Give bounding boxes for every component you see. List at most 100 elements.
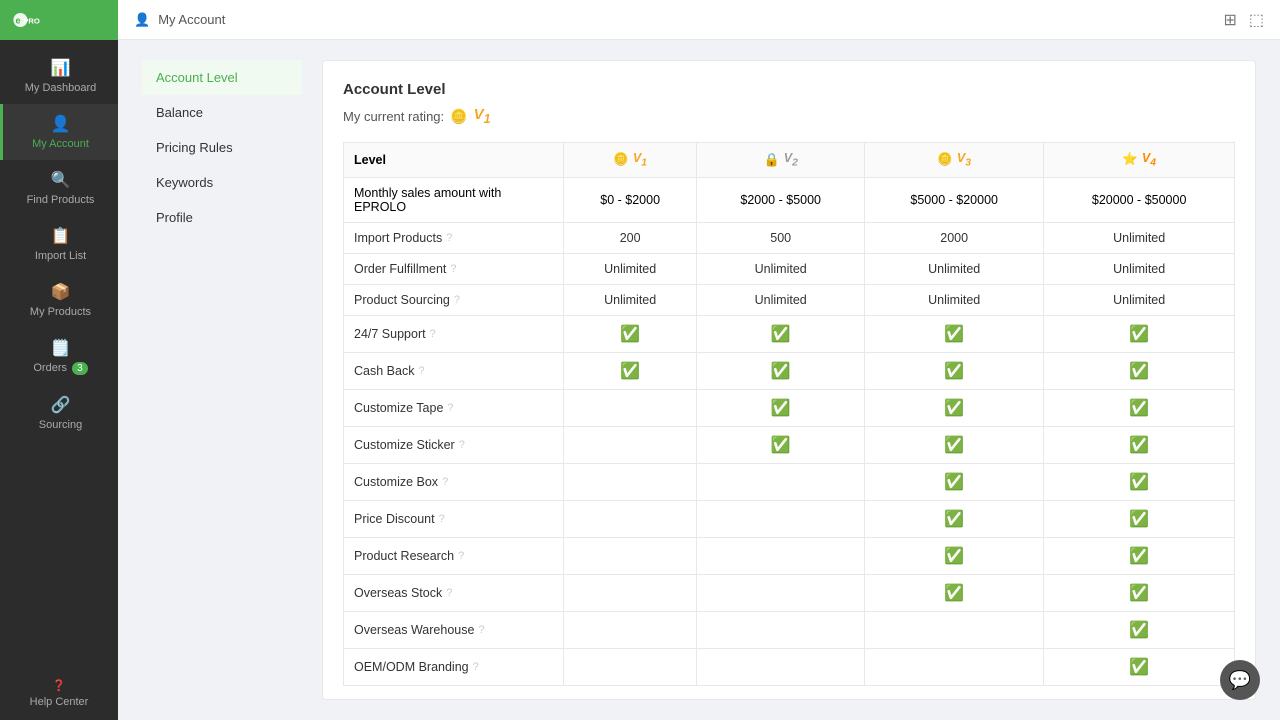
sales-v2: $2000 - $5000 [697,177,865,222]
help-tooltip-icon[interactable]: ? [418,365,424,377]
feature-v1-cell [564,611,697,648]
table-row: Customize Tape ? ✅ ✅ ✅ [344,389,1235,426]
col-v1: 🪙 V1 [564,143,697,178]
help-tooltip-icon[interactable]: ? [459,439,465,451]
table-header-row: Level 🪙 V1 🔒 V2 [344,143,1235,178]
sidebar-item-my-products[interactable]: 📦 My Products [0,272,118,328]
sidebar-item-find-products[interactable]: 🔍 Find Products [0,160,118,216]
sidebar-item-orders[interactable]: 🗒️ Orders 3 [0,328,118,385]
check-icon: ✅ [944,511,964,528]
sidebar-item-dashboard[interactable]: 📊 My Dashboard [0,48,118,104]
help-tooltip-icon[interactable]: ? [442,476,448,488]
feature-v4-cell: ✅ [1044,426,1235,463]
sidebar-item-import-list-label: Import List [35,250,86,262]
feature-v1-cell [564,426,697,463]
feature-v4-cell: ✅ [1044,352,1235,389]
sub-sidebar-balance[interactable]: Balance [142,95,302,130]
sidebar-item-sourcing[interactable]: 🔗 Sourcing [0,385,118,441]
table-row: Cash Back ? ✅ ✅ ✅ ✅ [344,352,1235,389]
feature-v2-cell: 500 [697,222,865,253]
feature-name-cell: Customize Sticker ? [344,426,564,463]
check-icon: ✅ [1129,585,1149,602]
feature-name-cell: Customize Tape ? [344,389,564,426]
sub-sidebar-account-level[interactable]: Account Level [142,60,302,95]
v3-coin-icon: 🪙 [937,152,953,167]
check-icon: ✅ [1129,437,1149,454]
v2-label: V2 [784,151,798,169]
dashboard-icon: 📊 [51,58,71,78]
help-tooltip-icon[interactable]: ? [439,513,445,525]
check-icon: ✅ [944,326,964,343]
sub-sidebar-keywords[interactable]: Keywords [142,165,302,200]
check-icon: ✅ [1129,363,1149,380]
chat-icon: 💬 [1229,670,1251,691]
check-icon: ✅ [1129,659,1149,676]
help-tooltip-icon[interactable]: ? [454,294,460,306]
feature-v2-cell [697,500,865,537]
topbar: 👤 My Account ⊞ ⬚ [118,0,1280,40]
svg-text:PROLO: PROLO [23,17,40,26]
help-tooltip-icon[interactable]: ? [458,550,464,562]
feature-v3-cell [865,611,1044,648]
feature-v4-cell: Unlimited [1044,284,1235,315]
table-row: Overseas Warehouse ? ✅ [344,611,1235,648]
feature-v4-cell: ✅ [1044,315,1235,352]
help-tooltip-icon[interactable]: ? [446,587,452,599]
sidebar-item-import-list[interactable]: 📋 Import List [0,216,118,272]
feature-v3-cell: ✅ [865,500,1044,537]
help-tooltip-icon[interactable]: ? [447,402,453,414]
help-center-button[interactable]: ❓ Help Center [0,667,118,720]
sub-sidebar-pricing-rules[interactable]: Pricing Rules [142,130,302,165]
feature-name-cell: Order Fulfillment ? [344,253,564,284]
help-tooltip-icon[interactable]: ? [430,328,436,340]
feature-v2-cell [697,537,865,574]
feature-v1-cell: Unlimited [564,284,697,315]
table-row: Order Fulfillment ? Unlimited Unlimited … [344,253,1235,284]
check-icon: ✅ [1129,548,1149,565]
col-feature: Level [344,143,564,178]
check-icon: ✅ [620,326,640,343]
logout-icon[interactable]: ⬚ [1249,10,1264,30]
check-icon: ✅ [771,437,791,454]
help-tooltip-icon[interactable]: ? [473,661,479,673]
feature-v4-cell: ✅ [1044,611,1235,648]
sales-v3: $5000 - $20000 [865,177,1044,222]
col-v3: 🪙 V3 [865,143,1044,178]
logo[interactable]: e PROLO [0,0,118,40]
sourcing-icon: 🔗 [51,395,71,415]
feature-v3-cell: ✅ [865,463,1044,500]
table-row: 24/7 Support ? ✅ ✅ ✅ ✅ [344,315,1235,352]
current-rating: My current rating: 🪙 V1 [343,106,1235,126]
table-row: Overseas Stock ? ✅ ✅ [344,574,1235,611]
check-icon: ✅ [1129,474,1149,491]
sidebar-item-find-products-label: Find Products [27,194,95,206]
feature-v1-cell [564,648,697,685]
v1-coin-icon: 🪙 [613,152,629,167]
sidebar-item-account[interactable]: 👤 My Account [0,104,118,160]
help-tooltip-icon[interactable]: ? [478,624,484,636]
help-tooltip-icon[interactable]: ? [446,232,452,244]
content: Account Level Balance Pricing Rules Keyw… [118,40,1280,720]
table-row-sales: Monthly sales amount with EPROLO $0 - $2… [344,177,1235,222]
sales-label: Monthly sales amount with EPROLO [344,177,564,222]
check-icon: ✅ [1129,511,1149,528]
sales-v1: $0 - $2000 [564,177,697,222]
check-icon: ✅ [620,363,640,380]
feature-v2-cell [697,611,865,648]
feature-v4-cell: ✅ [1044,537,1235,574]
check-icon: ✅ [944,400,964,417]
col-v4: ⭐ V4 [1044,143,1235,178]
table-row: OEM/ODM Branding ? ✅ [344,648,1235,685]
feature-v2-cell: ✅ [697,352,865,389]
sub-sidebar-profile[interactable]: Profile [142,200,302,235]
sidebar-item-dashboard-label: My Dashboard [25,82,97,94]
grid-icon[interactable]: ⊞ [1223,10,1236,30]
check-icon: ✅ [771,363,791,380]
main-area: 👤 My Account ⊞ ⬚ Account Level Balance P… [118,0,1280,720]
chat-bubble[interactable]: 💬 [1220,660,1260,700]
table-row: Price Discount ? ✅ ✅ [344,500,1235,537]
help-tooltip-icon[interactable]: ? [450,263,456,275]
feature-v2-cell: ✅ [697,315,865,352]
feature-v3-cell: ✅ [865,574,1044,611]
check-icon: ✅ [771,326,791,343]
